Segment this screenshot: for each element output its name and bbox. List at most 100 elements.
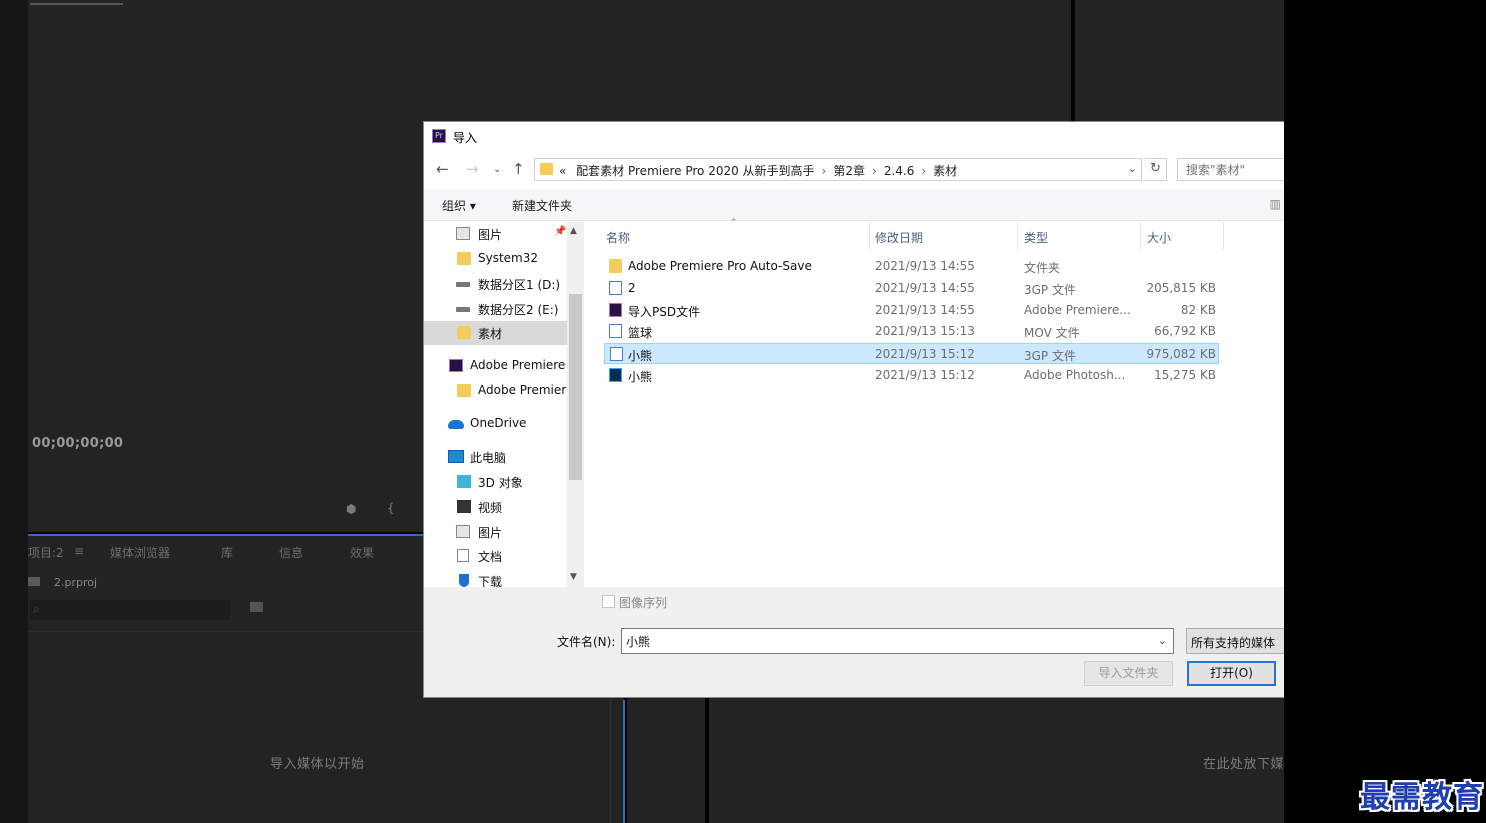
back-arrow-icon[interactable]: ←: [436, 160, 449, 178]
nav-scroll-thumb[interactable]: [569, 294, 582, 480]
nav-item-drive-e[interactable]: 数据分区2 (E:): [456, 297, 584, 321]
project-file-name: 2.prproj: [54, 576, 98, 589]
navigation-bar: ← → ⌄ ↑ « 配套素材 Premiere Pro 2020 从新手到高手 ›…: [424, 156, 1284, 184]
image-sequence-checkbox[interactable]: [602, 595, 615, 608]
nav-item-label: Adobe Premiere: [470, 358, 566, 372]
tools-panel: [627, 698, 705, 823]
nav-scrollbar[interactable]: ▲ ▼: [567, 222, 584, 587]
file-icon: [609, 324, 622, 338]
project-search-input[interactable]: ⌕: [30, 600, 230, 620]
breadcrumb-separator-icon[interactable]: ›: [815, 164, 834, 178]
import-folder-button[interactable]: 导入文件夹: [1084, 661, 1173, 686]
navigation-pane: 图片 📌 System32 数据分区1 (D:) 数据分区2 (E:) 素材 A…: [424, 222, 584, 589]
onedrive-icon: [448, 420, 464, 429]
search-box[interactable]: [1177, 158, 1284, 181]
this-pc-icon: [448, 450, 464, 463]
view-options-icon[interactable]: ▥: [1270, 197, 1281, 211]
new-bin-icon[interactable]: [250, 602, 263, 612]
file-row[interactable]: 篮球 2021/9/13 15:13 MOV 文件 66,792 KB: [604, 321, 1219, 342]
tab-info[interactable]: 信息: [279, 544, 303, 561]
image-sequence-label: 图像序列: [619, 596, 668, 610]
open-button[interactable]: 打开(O): [1187, 661, 1276, 686]
file-type: 文件夹: [1024, 261, 1061, 275]
marker-icon[interactable]: ⬢: [346, 502, 356, 516]
tab-project[interactable]: 项目:2: [28, 544, 64, 561]
nav-item-label: System32: [478, 251, 539, 265]
pin-icon[interactable]: 📌: [554, 226, 566, 237]
premiere-icon: [449, 359, 463, 372]
file-type-filter[interactable]: 所有支持的媒体: [1186, 628, 1284, 654]
file-name: Adobe Premiere Pro Auto-Save: [628, 259, 812, 273]
file-row-selected[interactable]: 小熊 2021/9/13 15:12 3GP 文件 975,082 KB: [604, 343, 1219, 364]
file-row[interactable]: 小熊 2021/9/13 15:12 Adobe Photosh... 15,2…: [604, 365, 1219, 386]
nav-item-system32[interactable]: System32: [456, 247, 584, 271]
address-bar[interactable]: « 配套素材 Premiere Pro 2020 从新手到高手 › 第2章 › 2.4.…: [534, 158, 1142, 181]
nav-item-3d-objects[interactable]: 3D 对象: [456, 470, 584, 494]
file-row[interactable]: Adobe Premiere Pro Auto-Save 2021/9/13 1…: [604, 256, 1219, 277]
breadcrumb-item[interactable]: 2.4.6: [884, 164, 915, 178]
tab-menu-icon[interactable]: ≡: [74, 544, 84, 558]
file-icon: [610, 347, 623, 361]
tab-effects[interactable]: 效果: [350, 544, 374, 561]
photoshop-file-icon: [609, 368, 622, 382]
nav-item-onedrive[interactable]: OneDrive: [448, 412, 576, 436]
folder-icon: [457, 252, 471, 265]
column-header-name[interactable]: 名称: [606, 229, 630, 251]
breadcrumb-separator-icon[interactable]: ›: [865, 164, 884, 178]
file-row[interactable]: 导入PSD文件 2021/9/13 14:55 Adobe Premiere..…: [604, 300, 1219, 321]
file-modified: 2021/9/13 14:55: [875, 281, 975, 295]
nav-item-pictures-2[interactable]: 图片: [456, 520, 584, 544]
nav-item-label: 素材: [478, 327, 503, 341]
documents-icon: [457, 549, 469, 562]
breadcrumb-item[interactable]: 第2章: [833, 164, 865, 178]
nav-item-this-pc[interactable]: 此电脑: [448, 445, 576, 469]
breadcrumb-item[interactable]: 配套素材 Premiere Pro 2020 从新手到高手: [570, 164, 814, 178]
column-divider[interactable]: [869, 222, 870, 250]
filename-combobox[interactable]: ⌄: [621, 628, 1174, 654]
nav-item-pictures[interactable]: 图片 📌: [456, 222, 584, 246]
source-timecode[interactable]: 00;00;00;00: [32, 436, 123, 451]
nav-item-adobe-premiere[interactable]: Adobe Premiere: [448, 354, 576, 378]
organize-button[interactable]: 组织 ▾: [442, 197, 476, 214]
nav-item-documents[interactable]: 文档: [456, 544, 584, 568]
filename-input[interactable]: [622, 629, 1142, 653]
file-size: 205,815 KB: [1146, 281, 1216, 295]
file-type: Adobe Photosh...: [1024, 368, 1126, 382]
address-dropdown-icon[interactable]: ⌄: [1128, 162, 1137, 175]
folder-icon: [609, 259, 622, 273]
refresh-icon[interactable]: ↻: [1145, 158, 1167, 181]
recent-locations-chevron-icon[interactable]: ⌄: [493, 164, 501, 175]
breadcrumb-item[interactable]: 素材: [933, 164, 957, 178]
in-point-icon[interactable]: {: [387, 501, 395, 515]
column-divider[interactable]: [1223, 222, 1224, 250]
chevron-down-icon[interactable]: ⌄: [1158, 634, 1167, 647]
new-folder-button[interactable]: 新建文件夹: [512, 197, 572, 214]
scroll-up-icon[interactable]: ▲: [570, 226, 577, 236]
dialog-footer: 图像序列 文件名(N): ⌄ 所有支持的媒体 导入文件夹 打开(O): [424, 587, 1284, 697]
file-row[interactable]: 2 2021/9/13 14:55 3GP 文件 205,815 KB: [604, 278, 1219, 299]
pictures-icon: [456, 227, 470, 240]
dialog-title-bar[interactable]: Pr 导入: [424, 122, 1284, 152]
nav-item-adobe-premier-folder[interactable]: Adobe Premier: [456, 379, 584, 403]
file-size: 975,082 KB: [1146, 347, 1216, 361]
file-list: ⌃ 名称 修改日期 类型 大小 Adobe Premiere Pro Auto-…: [584, 218, 1284, 587]
column-divider[interactable]: [1017, 222, 1018, 250]
column-divider[interactable]: [1140, 222, 1141, 250]
project-folder-icon: [28, 577, 40, 586]
active-panel-indicator: [623, 700, 625, 823]
tab-libraries[interactable]: 库: [221, 544, 233, 561]
up-arrow-icon[interactable]: ↑: [512, 160, 525, 178]
search-input[interactable]: [1178, 159, 1284, 180]
column-header-type[interactable]: 类型: [1024, 229, 1048, 251]
forward-arrow-icon[interactable]: →: [466, 160, 479, 178]
nav-item-videos[interactable]: 视频: [456, 495, 584, 519]
scroll-down-icon[interactable]: ▼: [570, 572, 577, 582]
tab-media-browser[interactable]: 媒体浏览器: [110, 544, 170, 561]
column-header-modified[interactable]: 修改日期: [875, 229, 923, 251]
nav-item-sucai[interactable]: 素材: [424, 321, 567, 345]
column-header-size[interactable]: 大小: [1147, 229, 1171, 251]
file-type: Adobe Premiere...: [1024, 303, 1131, 317]
nav-item-drive-d[interactable]: 数据分区1 (D:): [456, 272, 584, 296]
breadcrumb-separator-icon[interactable]: ›: [914, 164, 933, 178]
breadcrumb-overflow[interactable]: «: [559, 164, 566, 178]
